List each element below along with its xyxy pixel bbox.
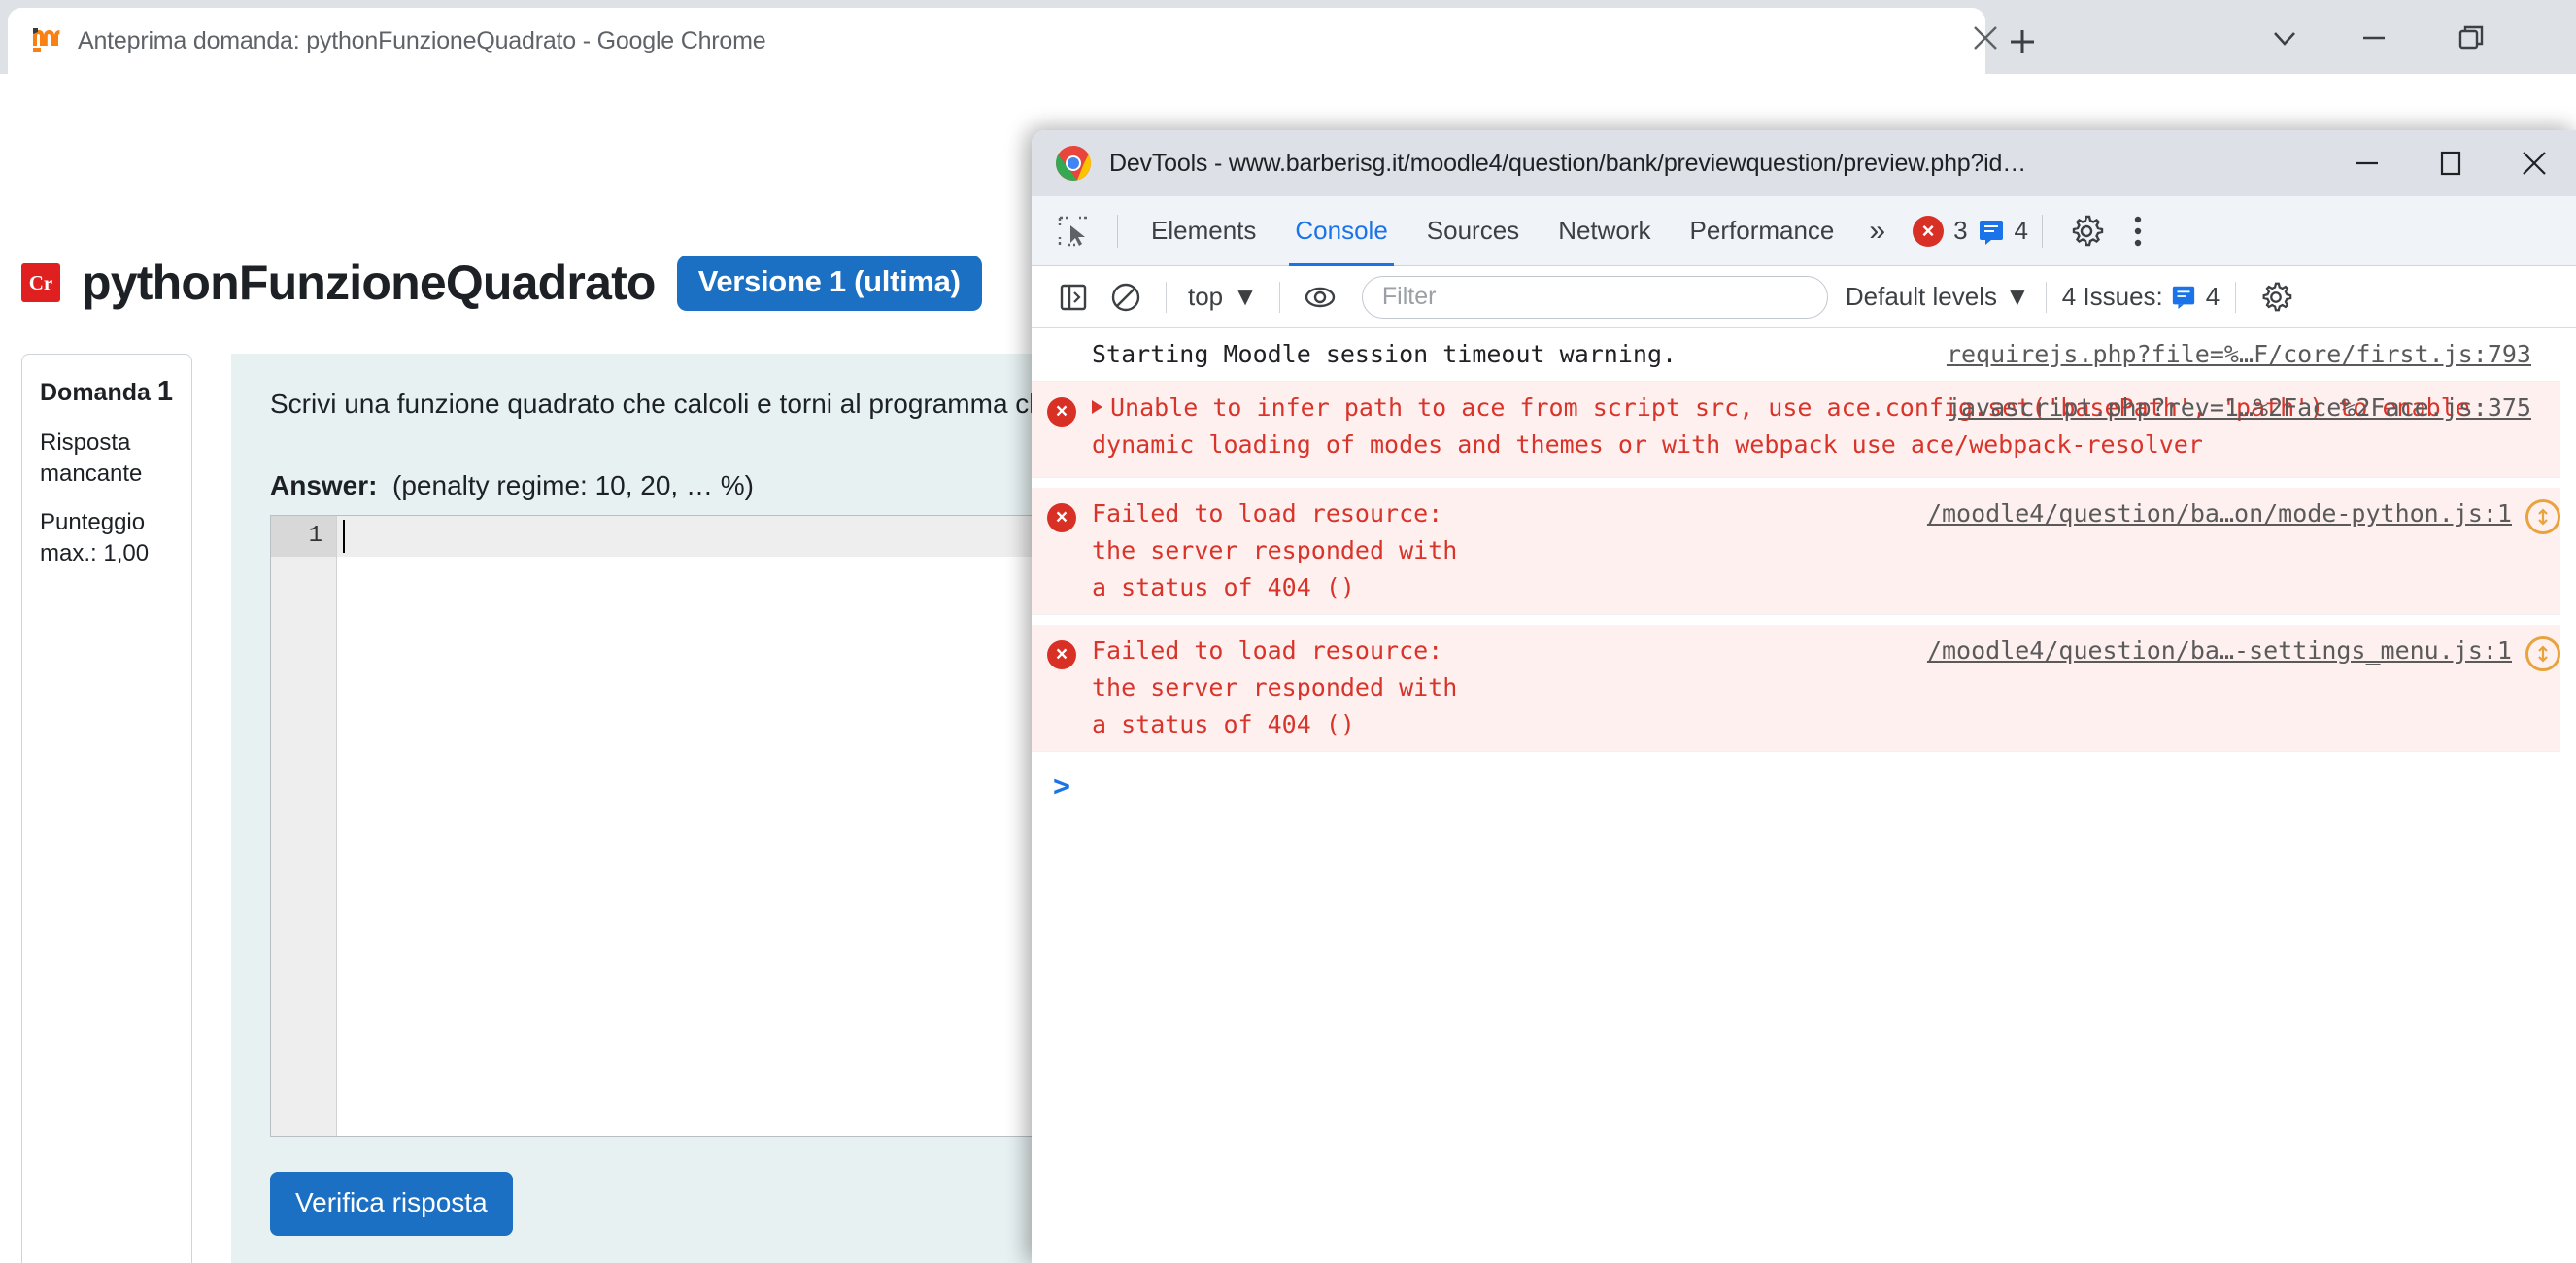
text-caret <box>343 520 345 553</box>
penalty-regime: (penalty regime: 10, 20, … %) <box>392 470 754 500</box>
message-icon-slot <box>1032 336 1092 344</box>
error-count: 3 <box>1953 216 1968 245</box>
console-message-source[interactable]: /moodle4/question/ba…on/mode-python.js:1 <box>1927 499 2512 528</box>
question-number: Domanda 1 <box>40 376 174 408</box>
more-vertical-icon[interactable] <box>2117 201 2159 261</box>
issues-count: 4 <box>2205 282 2220 311</box>
window-minimize-button[interactable] <box>2341 8 2407 68</box>
issue-counters[interactable]: × 3 4 <box>1913 215 2029 247</box>
more-tabs-button[interactable]: » <box>1853 196 1901 266</box>
gear-icon[interactable] <box>2056 201 2117 261</box>
log-levels-value: Default levels <box>1845 282 1997 311</box>
chrome-logo-icon <box>1055 145 1092 182</box>
devtools-titlebar[interactable]: DevTools - www.barberisg.it/moodle4/ques… <box>1032 130 2576 196</box>
browser-tab[interactable]: Anteprima domanda: pythonFunzioneQuadrat… <box>8 8 1985 74</box>
answer-label: Answer: <box>270 470 378 500</box>
chevron-down-icon: ▼ <box>1233 282 1258 311</box>
console-sidebar-icon[interactable] <box>1049 273 1098 322</box>
chevron-down-icon: ▼ <box>2004 282 2030 311</box>
check-answer-button[interactable]: Verifica risposta <box>270 1172 513 1236</box>
question-state: Risposta mancante <box>40 429 143 487</box>
line-number: 1 <box>271 516 336 557</box>
console-message-source[interactable]: /moodle4/question/ba…-settings_menu.js:1 <box>1927 636 2512 665</box>
console-message[interactable]: × Unable to infer path to ace from scrip… <box>1032 382 2576 478</box>
chrome-tab-strip: Anteprima domanda: pythonFunzioneQuadrat… <box>0 0 2576 74</box>
error-icon: × <box>1032 495 1092 532</box>
live-expression-icon[interactable] <box>1296 273 1344 322</box>
question-index: 1 <box>156 376 173 407</box>
moodle-icon <box>29 24 62 57</box>
clear-console-icon[interactable] <box>1102 273 1150 322</box>
devtools-window: DevTools - www.barberisg.it/moodle4/ques… <box>1032 130 2576 1263</box>
console-message-text: Failed to load resource: the server resp… <box>1092 499 1458 601</box>
coderunner-badge: Cr <box>21 263 60 302</box>
page-title: pythonFunzioneQuadrato <box>82 256 656 310</box>
execution-context-selector[interactable]: top ▼ <box>1182 282 1264 312</box>
error-icon: × <box>1032 390 1092 427</box>
console-toolbar: top ▼ Filter Default levels ▼ 4 Issues: … <box>1032 266 2576 328</box>
error-count-icon: × <box>1913 215 1945 247</box>
info-badge-icon <box>2171 283 2198 312</box>
tab-console[interactable]: Console <box>1275 196 1407 266</box>
devtools-tabbar: Elements Console Sources Network Perform… <box>1032 196 2576 266</box>
question-label: Domanda <box>40 379 151 406</box>
devtools-maximize-button[interactable] <box>2409 130 2492 196</box>
console-scrollbar[interactable] <box>2560 328 2576 1263</box>
tab-elements[interactable]: Elements <box>1132 196 1275 266</box>
tab-search-button[interactable] <box>2252 8 2318 68</box>
console-filter-input[interactable]: Filter <box>1361 275 1828 319</box>
error-icon: × <box>1032 632 1092 669</box>
info-count: 4 <box>2014 216 2029 245</box>
window-restore-button[interactable] <box>2438 8 2504 68</box>
console-messages[interactable]: Starting Moodle session timeout warning.… <box>1032 328 2576 1263</box>
issues-summary[interactable]: 4 Issues: 4 <box>2062 282 2220 312</box>
console-message-source[interactable]: requirejs.php?file=%…F/core/first.js:793 <box>1947 340 2531 368</box>
info-badge-icon <box>1978 217 2005 246</box>
console-message[interactable]: × Failed to load resource: the server re… <box>1032 488 2576 615</box>
execution-context-value: top <box>1188 282 1224 311</box>
question-info-panel: Domanda 1 Risposta mancante Punteggio ma… <box>21 354 192 1263</box>
issue-warning-icon[interactable] <box>2525 499 2560 534</box>
page-header: Cr pythonFunzioneQuadrato Versione 1 (ul… <box>21 255 982 311</box>
version-badge: Versione 1 (ultima) <box>676 255 982 311</box>
log-levels-selector[interactable]: Default levels ▼ <box>1846 282 2030 312</box>
console-message-text: Failed to load resource: the server resp… <box>1092 636 1458 738</box>
devtools-title: DevTools - www.barberisg.it/moodle4/ques… <box>1109 149 2027 177</box>
prompt-arrow-icon: > <box>1052 769 1071 803</box>
devtools-minimize-button[interactable] <box>2325 130 2409 196</box>
question-max-grade: Punteggio max.: 1,00 <box>40 508 150 566</box>
filter-placeholder: Filter <box>1381 283 1437 310</box>
editor-gutter: 1 <box>271 516 337 1136</box>
inspect-element-icon[interactable] <box>1043 201 1103 261</box>
browser-tab-title: Anteprima domanda: pythonFunzioneQuadrat… <box>78 26 766 54</box>
console-message-source[interactable]: javascript.php?rev=1…%2Face%2Face.js:375 <box>1947 393 2531 422</box>
new-tab-button[interactable] <box>1996 17 2049 66</box>
console-prompt[interactable]: > <box>1032 752 2576 803</box>
issues-label: 4 Issues: <box>2061 282 2163 311</box>
tab-sources[interactable]: Sources <box>1407 196 1539 266</box>
gear-icon[interactable] <box>2252 273 2300 322</box>
devtools-close-button[interactable] <box>2492 130 2576 196</box>
tab-performance[interactable]: Performance <box>1671 196 1854 266</box>
expand-triangle-icon[interactable] <box>1092 400 1102 414</box>
screen-root: Anteprima domanda: pythonFunzioneQuadrat… <box>0 0 2576 1263</box>
issue-warning-icon[interactable] <box>2525 636 2560 671</box>
console-message-text: Starting Moodle session timeout warning. <box>1092 340 1678 368</box>
console-message[interactable]: × Failed to load resource: the server re… <box>1032 625 2576 752</box>
console-message[interactable]: Starting Moodle session timeout warning.… <box>1032 328 2576 382</box>
tab-network[interactable]: Network <box>1539 196 1670 266</box>
